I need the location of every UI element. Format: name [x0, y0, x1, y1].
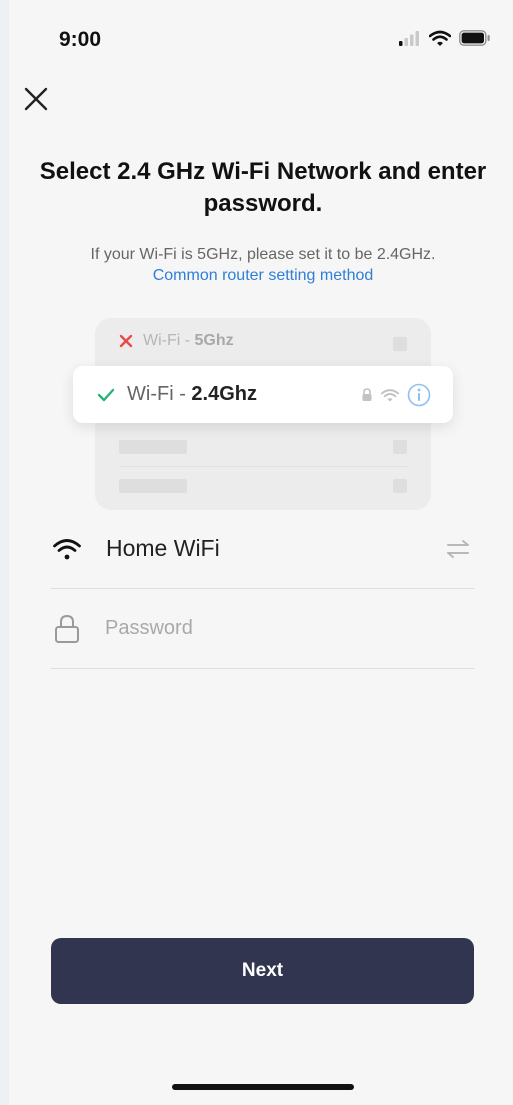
- illustration-popup-icons: [361, 366, 431, 423]
- home-indicator[interactable]: [172, 1084, 354, 1090]
- illustration-5ghz-text: Wi-Fi - 5Ghz: [143, 332, 234, 349]
- subtitle: If your Wi-Fi is 5GHz, please set it to …: [90, 246, 436, 263]
- app-screen: 9:00 Select 2.4 GHz Wi-Fi Network and en…: [9, 0, 513, 1105]
- illustration-placeholder-bar: [119, 479, 187, 493]
- battery-icon: [459, 30, 490, 46]
- lock-icon: [362, 387, 372, 401]
- check-icon: [97, 388, 115, 401]
- next-button[interactable]: Next: [51, 938, 474, 1004]
- illustration-row-5ghz: Wi-Fi - 5Ghz: [119, 332, 234, 350]
- illustration-placeholder-square: [393, 440, 407, 454]
- status-bar: 9:00: [9, 0, 513, 60]
- wifi-ssid-field[interactable]: Home WiFi: [51, 509, 474, 589]
- cellular-signal-icon: [399, 31, 419, 46]
- close-button[interactable]: [21, 84, 51, 114]
- switch-network-button[interactable]: [444, 535, 472, 563]
- password-input[interactable]: [105, 617, 445, 640]
- illustration-placeholder-square: [393, 337, 407, 351]
- illustration-24ghz-label: Wi-Fi - 2.4Ghz: [97, 366, 257, 423]
- illustration-24ghz-text: Wi-Fi - 2.4Ghz: [127, 383, 257, 405]
- illustration-placeholder-square: [393, 479, 407, 493]
- illustration-row-24ghz: Wi-Fi - 2.4Ghz: [73, 366, 453, 423]
- lock-icon: [51, 613, 83, 645]
- wifi-icon: [51, 533, 83, 565]
- illustration-divider: [119, 466, 407, 467]
- info-icon: [407, 383, 431, 406]
- wifi-icon: [381, 388, 399, 402]
- wifi-icon: [429, 30, 451, 46]
- router-setting-link[interactable]: Common router setting method: [33, 265, 493, 287]
- cross-icon: [119, 334, 133, 348]
- illustration-placeholder-bar: [119, 440, 187, 454]
- status-icons: [399, 30, 491, 46]
- status-time: 9:00: [59, 28, 102, 51]
- close-icon: [24, 87, 48, 111]
- password-field: [51, 589, 474, 669]
- switch-network-icon: [447, 540, 469, 558]
- page-title: Select 2.4 GHz Wi-Fi Network and enter p…: [39, 158, 487, 217]
- wifi-ssid-value: Home WiFi: [106, 535, 220, 561]
